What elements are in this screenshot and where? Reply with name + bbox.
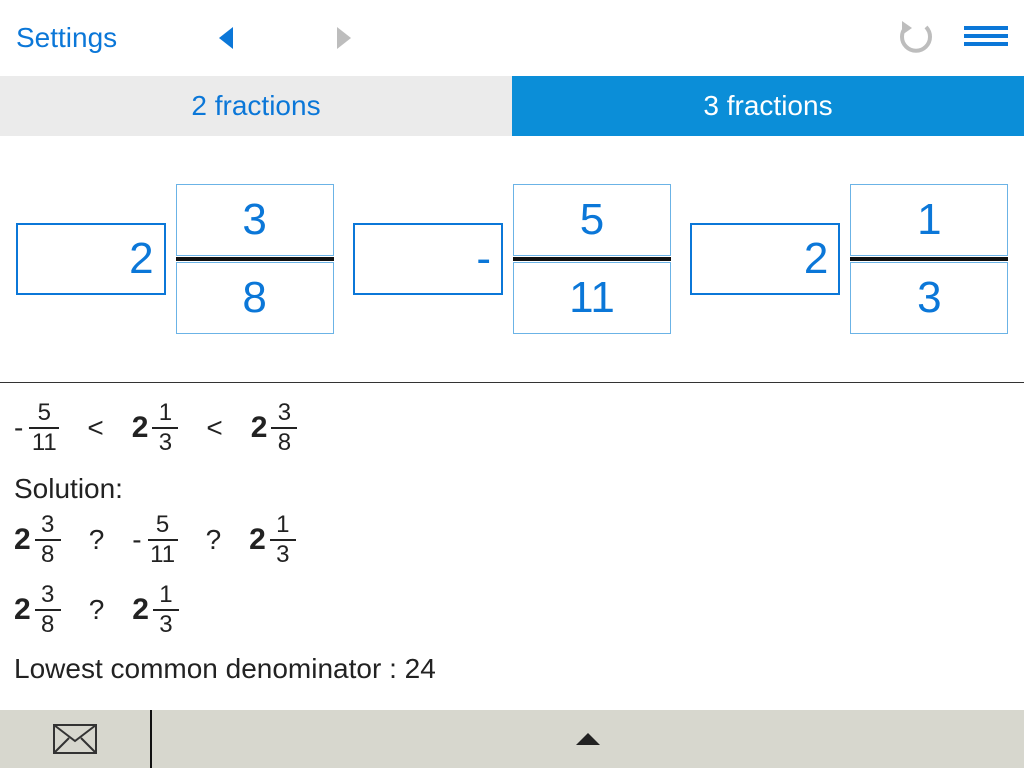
undo-button[interactable] (896, 19, 936, 58)
denominator: 3 (159, 613, 172, 637)
numerator: 3 (41, 513, 54, 537)
question-mark: ? (83, 524, 111, 556)
solution-label: Solution: (14, 473, 1010, 505)
mixed-fraction: 238 (14, 583, 61, 637)
fraction-stack: 13 (153, 583, 179, 637)
fraction-stack-3: 1 3 (850, 184, 1008, 334)
whole: 2 (14, 593, 31, 627)
fraction-bar (850, 257, 1008, 261)
whole-input-1[interactable]: 2 (16, 223, 166, 295)
nav-arrows (217, 25, 353, 51)
numerator: 5 (38, 401, 51, 425)
mixed-fraction: 238 (14, 513, 61, 567)
triangle-right-icon (335, 25, 353, 51)
fraction-bar (176, 257, 334, 261)
fraction-stack: 38 (271, 401, 297, 455)
denominator-input-2[interactable]: 11 (513, 262, 671, 334)
tab-2-fractions[interactable]: 2 fractions (0, 76, 512, 136)
topbar: Settings (0, 0, 1024, 76)
whole: 2 (132, 411, 149, 445)
numerator: 1 (159, 401, 172, 425)
denominator-input-3[interactable]: 3 (850, 262, 1008, 334)
result-area: -511<213<238 Solution: 238?-511?213 238?… (0, 383, 1024, 685)
whole-input-3[interactable]: 2 (690, 223, 840, 295)
numerator: 3 (278, 401, 291, 425)
numerator: 1 (159, 583, 172, 607)
lcd-label: Lowest common denominator : (14, 653, 405, 684)
question-mark: ? (200, 524, 228, 556)
fraction-bar (513, 257, 671, 261)
denominator: 11 (150, 543, 175, 567)
fraction-stack-1: 3 8 (176, 184, 334, 334)
fraction-input-1: 2 3 8 (16, 184, 334, 334)
lcd-text: Lowest common denominator : 24 (14, 653, 1010, 685)
fraction-inputs: 2 3 8 - 5 11 2 1 3 (0, 136, 1024, 382)
denominator-input-1[interactable]: 8 (176, 262, 334, 334)
fraction-stack: 511 (29, 401, 59, 455)
expand-button[interactable] (152, 710, 1024, 768)
lcd-value: 24 (405, 653, 436, 684)
fraction-count-tabs: 2 fractions 3 fractions (0, 76, 1024, 136)
numerator-input-2[interactable]: 5 (513, 184, 671, 256)
denominator: 3 (159, 431, 172, 455)
denominator: 11 (32, 431, 57, 455)
mixed-fraction: -511 (132, 513, 177, 567)
mail-icon (53, 724, 97, 754)
question-mark: ? (83, 594, 111, 626)
less-than: < (200, 412, 228, 444)
undo-icon (896, 19, 936, 53)
numerator-input-1[interactable]: 3 (176, 184, 334, 256)
fraction-stack: 38 (35, 513, 61, 567)
menu-button[interactable] (964, 24, 1008, 53)
numerator-input-3[interactable]: 1 (850, 184, 1008, 256)
ordered-result: -511<213<238 (14, 401, 1010, 455)
denominator: 8 (41, 613, 54, 637)
prev-button[interactable] (217, 25, 235, 51)
fraction-input-2: - 5 11 (353, 184, 671, 334)
numerator: 1 (276, 513, 289, 537)
fraction-input-3: 2 1 3 (690, 184, 1008, 334)
settings-button[interactable]: Settings (16, 22, 117, 54)
sign: - (14, 412, 23, 444)
bottom-bar (0, 710, 1024, 768)
solution-line-1: 238?-511?213 (14, 513, 1010, 567)
numerator: 3 (41, 583, 54, 607)
tab-3-fractions[interactable]: 3 fractions (512, 76, 1024, 136)
mixed-fraction: -511 (14, 401, 59, 455)
solution-line-2: 238?213 (14, 583, 1010, 637)
whole: 2 (249, 523, 266, 557)
mixed-fraction: 213 (132, 583, 179, 637)
mail-button[interactable] (0, 710, 150, 768)
mixed-fraction: 213 (249, 513, 296, 567)
menu-icon (964, 24, 1008, 48)
triangle-left-icon (217, 25, 235, 51)
sign: - (132, 524, 141, 556)
mixed-fraction: 213 (132, 401, 179, 455)
less-than: < (81, 412, 109, 444)
whole: 2 (132, 593, 149, 627)
numerator: 5 (156, 513, 169, 537)
whole-input-2[interactable]: - (353, 223, 503, 295)
fraction-stack: 13 (270, 513, 296, 567)
fraction-stack: 38 (35, 583, 61, 637)
fraction-stack: 511 (148, 513, 178, 567)
denominator: 8 (278, 431, 291, 455)
whole: 2 (14, 523, 31, 557)
triangle-up-icon (574, 731, 602, 747)
mixed-fraction: 238 (251, 401, 298, 455)
fraction-stack: 13 (152, 401, 178, 455)
denominator: 3 (276, 543, 289, 567)
fraction-stack-2: 5 11 (513, 184, 671, 334)
next-button[interactable] (335, 25, 353, 51)
whole: 2 (251, 411, 268, 445)
denominator: 8 (41, 543, 54, 567)
